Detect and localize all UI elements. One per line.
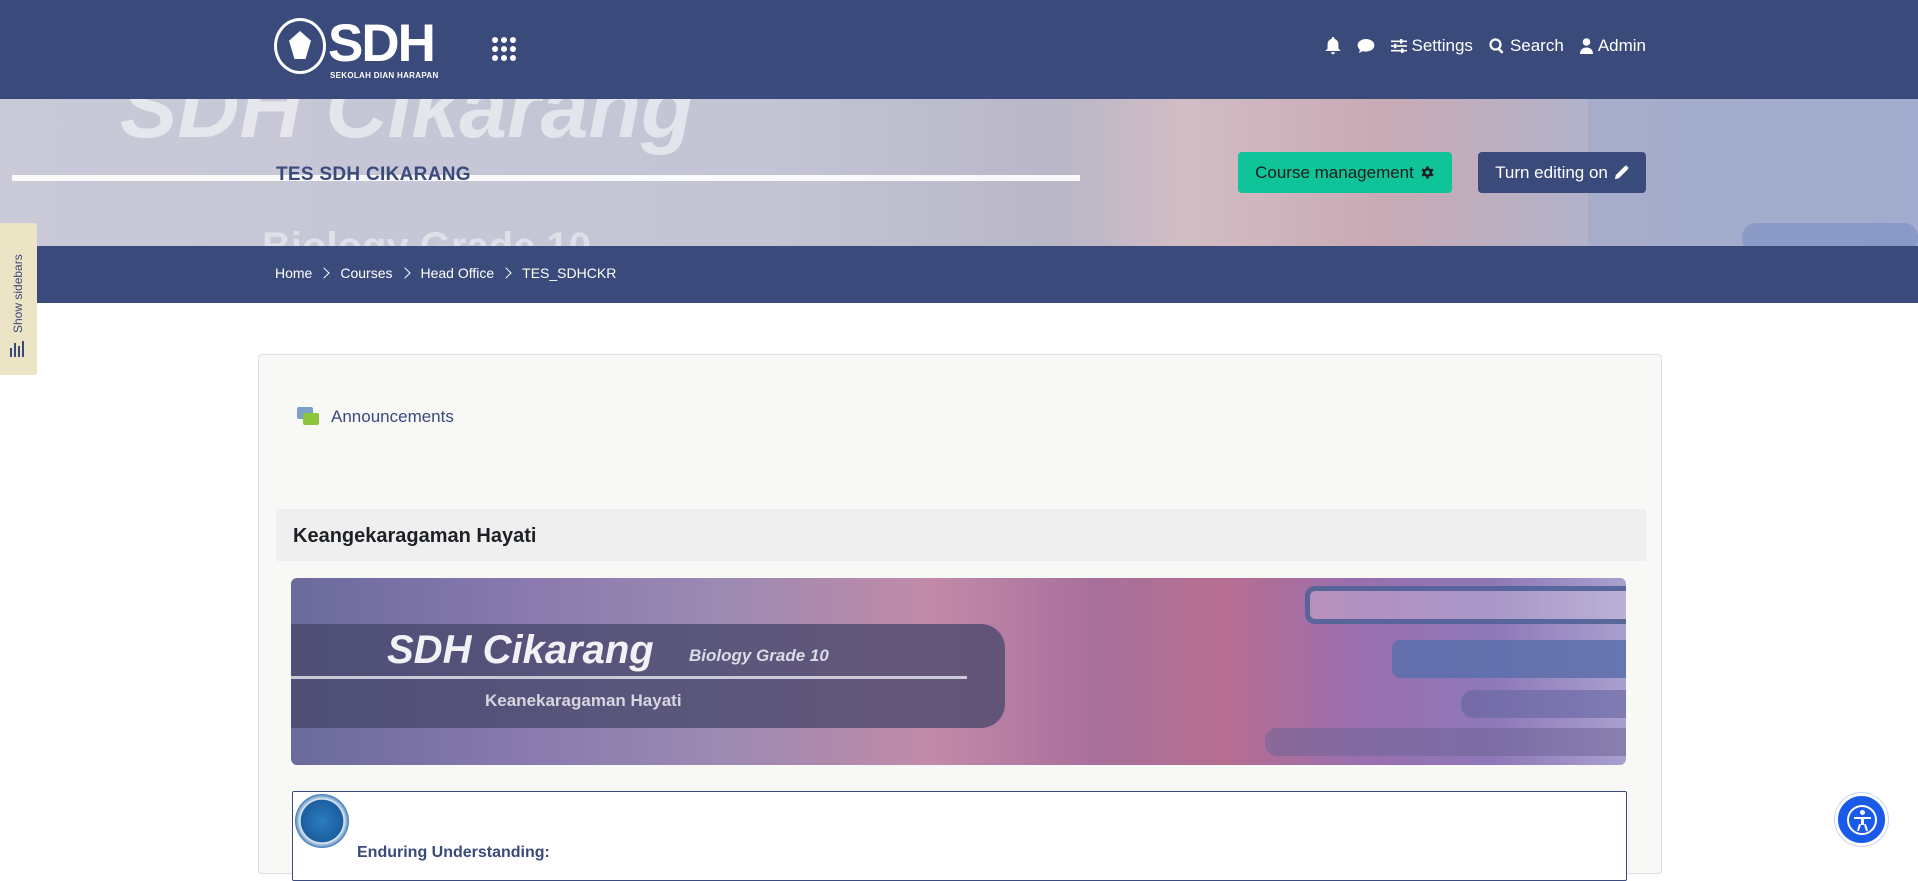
settings-menu[interactable]: Settings	[1390, 36, 1473, 56]
course-management-label: Course management	[1255, 162, 1414, 182]
app-grid-icon[interactable]	[492, 37, 516, 61]
banner-divider	[12, 175, 1080, 181]
notifications-button[interactable]	[1324, 37, 1341, 55]
section-banner-decor	[1392, 640, 1626, 678]
breadcrumb-home[interactable]: Home	[275, 265, 312, 281]
chat-icon	[1357, 39, 1374, 53]
banner-background-subtitle: Biology Grade 10	[262, 225, 591, 246]
search-label: Search	[1509, 36, 1564, 55]
accessibility-button[interactable]	[1835, 793, 1888, 846]
banner-decor-pill	[1742, 223, 1918, 246]
navbar-actions: Settings Search Admin	[1324, 36, 1646, 56]
chevron-right-icon	[318, 267, 331, 279]
show-sidebars-label: Show sidebars	[11, 254, 25, 333]
turn-editing-label: Turn editing on	[1495, 162, 1608, 182]
breadcrumb-course[interactable]: TES_SDHCKR	[522, 265, 616, 281]
gear-icon	[1421, 166, 1434, 179]
enduring-understanding-label: Enduring Understanding:	[357, 844, 550, 861]
breadcrumb: Home Courses Head Office TES_SDHCKR	[275, 265, 616, 281]
logo-text: SDH	[328, 14, 436, 73]
section-banner-image: SDH Cikarang Biology Grade 10 Keanekarag…	[291, 578, 1626, 765]
section-banner-decor	[1305, 586, 1626, 624]
settings-label: Settings	[1411, 36, 1473, 55]
accessibility-icon	[1846, 804, 1877, 835]
user-icon	[1579, 38, 1593, 54]
messages-button[interactable]	[1357, 38, 1375, 54]
section-header: Keangekaragaman Hayati	[276, 509, 1646, 561]
section-banner-subtitle: Keanekaragaman Hayati	[485, 691, 682, 710]
breadcrumb-head-office[interactable]: Head Office	[421, 265, 495, 281]
enduring-understanding-box: Enduring Understanding:	[292, 791, 1627, 881]
announcements-activity[interactable]: Announcements	[297, 407, 454, 427]
course-content-card: Announcements Keangekaragaman Hayati SDH…	[258, 354, 1662, 881]
logo-emblem-icon	[274, 18, 326, 74]
section-banner-title: SDH Cikarang	[387, 628, 654, 672]
section-banner-decor	[1461, 690, 1626, 718]
show-sidebars-toggle[interactable]: Show sidebars	[0, 223, 37, 375]
chevron-right-icon	[398, 267, 411, 279]
section-banner-decor	[1265, 728, 1626, 756]
page-title: TES SDH CIKARANG	[276, 164, 471, 185]
breadcrumb-bar: Home Courses Head Office TES_SDHCKR	[0, 246, 1918, 303]
school-logo[interactable]: SDH SEKOLAH DIAN HARAPAN	[274, 14, 452, 80]
chevron-right-icon	[500, 267, 512, 279]
section-banner-rule	[291, 676, 967, 679]
bar-chart-icon	[10, 341, 24, 357]
logo-subtext: SEKOLAH DIAN HARAPAN	[330, 71, 439, 80]
announcements-link[interactable]: Announcements	[331, 407, 454, 427]
section-banner-grade: Biology Grade 10	[689, 646, 829, 665]
search-icon	[1489, 38, 1504, 54]
user-label: Admin	[1597, 36, 1646, 55]
banner-background-title: SDH Cikarang	[120, 99, 694, 156]
course-management-button[interactable]: Course management	[1238, 152, 1452, 193]
section-title: Keangekaragaman Hayati	[293, 525, 537, 547]
breadcrumb-courses[interactable]: Courses	[340, 265, 392, 281]
school-emblem-icon	[295, 794, 349, 848]
pencil-icon	[1614, 165, 1629, 180]
sliders-icon	[1390, 39, 1407, 53]
bell-icon	[1324, 37, 1341, 55]
top-navbar: SDH SEKOLAH DIAN HARAPAN Settings Search…	[0, 0, 1918, 99]
turn-editing-on-button[interactable]: Turn editing on	[1478, 152, 1646, 193]
user-menu[interactable]: Admin	[1579, 36, 1646, 56]
search-button[interactable]: Search	[1489, 36, 1564, 56]
forum-icon	[297, 407, 319, 427]
